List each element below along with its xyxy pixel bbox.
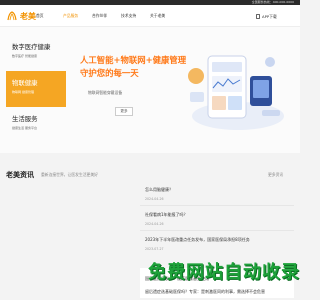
nav-item-partners[interactable]: 合作伙伴 <box>92 13 107 19</box>
news-tagline: 重新连接世界，让医发生活更美好 <box>41 172 98 177</box>
logo-text[interactable]: 老美 <box>20 11 36 22</box>
phone-icon <box>256 14 260 19</box>
side-item-title: 数字医疗健康 <box>12 43 51 51</box>
nav-item-about[interactable]: 关于老美 <box>150 13 165 19</box>
divider <box>140 230 294 231</box>
watermark-text: 免费网站自动收录 <box>148 262 300 283</box>
hero-title-line2: 守护您的每一天 <box>80 68 139 78</box>
news-more-link[interactable]: 更多资讯 <box>268 172 283 178</box>
news-item-title[interactable]: 留后遗症选基础医保吗？专家：是刺激医同的利事，需选择不会危害 <box>145 289 265 295</box>
nav-item-products[interactable]: 产品服务 <box>63 13 78 19</box>
side-item-subtitle: 物联网 健康管理 <box>12 90 34 94</box>
news-item-date: 2024-04-26 <box>145 197 164 201</box>
divider <box>140 205 294 206</box>
news-item-title[interactable]: 社保看病1年能报了吗？ <box>145 212 188 218</box>
side-item-title: 物联健康 <box>12 79 38 87</box>
nav-item-support[interactable]: 技术支持 <box>121 13 136 19</box>
hero-more-button[interactable]: 更多 <box>115 107 133 116</box>
side-item-subtitle: 数字医疗 智能健康 <box>12 54 37 58</box>
hero-title-line1: 人工智能+物联网+健康管理 <box>80 55 187 65</box>
news-heading: 老美资讯 <box>6 171 34 179</box>
navbar: 老美 首页 产品服务 合作伙伴 技术支持 关于老美 APP下载 <box>0 5 300 30</box>
news-item-title[interactable]: 怎么用脑健康？ <box>145 187 173 193</box>
side-item-title: 生活服务 <box>12 115 38 123</box>
news-item-date: 2024-04-26 <box>145 222 164 226</box>
news-item-title[interactable]: 2023年下半年医改重点任务发布，国家医保局承担8项任务 <box>145 237 250 243</box>
hero-subtitle: 物联网智能穿戴设备 <box>88 90 123 95</box>
side-item-iot-health[interactable]: 物联健康 物联网 健康管理 <box>6 71 66 107</box>
app-download-link[interactable]: APP下载 <box>262 14 277 20</box>
news-item-date: 2023-07-27 <box>145 247 164 251</box>
side-item-subtitle: 健康生活 服务平台 <box>12 126 37 130</box>
health-devices-illustration <box>188 55 284 130</box>
side-item-life-service[interactable]: 生活服务 健康生活 服务平台 <box>6 107 66 143</box>
logo-icon[interactable] <box>6 10 18 22</box>
side-item-digital-health[interactable]: 数字医疗健康 数字医疗 智能健康 <box>6 35 66 71</box>
nav-item-home[interactable]: 首页 <box>36 13 44 19</box>
